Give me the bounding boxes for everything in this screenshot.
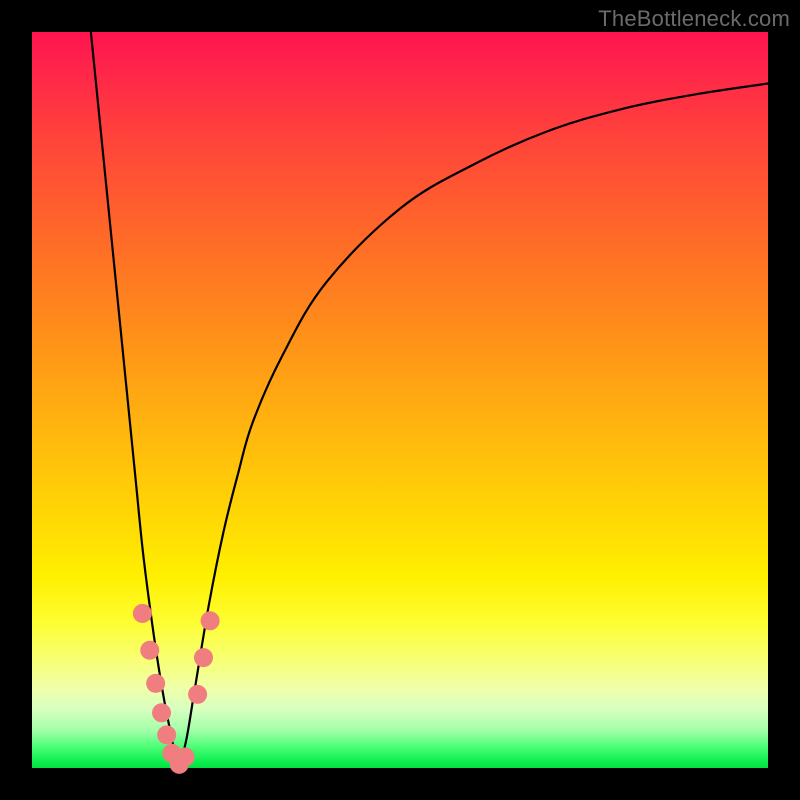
data-marker	[133, 604, 152, 623]
data-marker	[201, 611, 220, 630]
chart-frame: TheBottleneck.com	[0, 0, 800, 800]
data-marker	[194, 648, 213, 667]
data-marker	[146, 674, 165, 693]
data-marker	[176, 747, 195, 766]
data-marker	[188, 685, 207, 704]
curve-left-branch	[91, 32, 179, 768]
data-marker	[157, 725, 176, 744]
data-marker	[152, 703, 171, 722]
data-markers	[133, 604, 220, 774]
watermark-text: TheBottleneck.com	[598, 6, 790, 32]
data-marker	[140, 641, 159, 660]
curve-right-branch	[179, 84, 768, 768]
plot-area	[32, 32, 768, 768]
curve-layer	[32, 32, 768, 768]
